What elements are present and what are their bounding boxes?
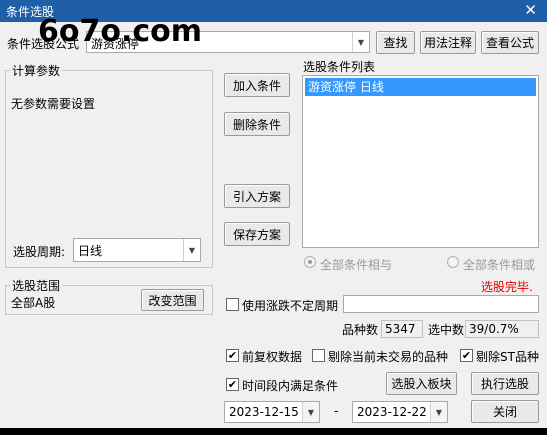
selected-count-value: 39/0.7% [465, 320, 539, 338]
period-select[interactable]: 日线 ▼ [73, 238, 201, 262]
close-button[interactable]: 关闭 [471, 400, 539, 423]
time-range-label: 时间段内满足条件 [242, 379, 339, 393]
exclude-untraded-label: 剔除当前未交易的品种 [328, 350, 449, 364]
uncertain-period-input[interactable] [343, 295, 539, 313]
usage-notes-button[interactable]: 用法注释 [420, 31, 476, 54]
condition-list-label: 选股条件列表 [303, 60, 376, 74]
exclude-st-label: 剔除ST品种 [476, 350, 539, 364]
list-item[interactable]: 游资涨停 日线 [305, 78, 536, 96]
close-icon[interactable]: ✕ [524, 1, 537, 19]
params-legend: 计算参数 [10, 62, 63, 79]
exclude-untraded-checkbox[interactable] [312, 349, 325, 362]
radio-all-or-label: 全部条件相或 [463, 258, 536, 272]
time-range-checkbox[interactable]: ✔ [226, 378, 239, 391]
params-message: 无参数需要设置 [11, 97, 96, 111]
delete-condition-button[interactable]: 删除条件 [224, 112, 290, 136]
add-condition-button[interactable]: 加入条件 [224, 73, 290, 97]
view-formula-button[interactable]: 查看公式 [481, 31, 539, 54]
watermark: 6o7o.com [38, 14, 203, 49]
status-text: 选股完毕. [481, 280, 533, 294]
selected-count-label: 选中数 [428, 323, 465, 337]
pre-adjusted-label: 前复权数据 [242, 350, 303, 364]
date-from-value: 2023-12-15 [229, 405, 299, 419]
range-legend: 选股范围 [10, 277, 63, 294]
chevron-down-icon[interactable]: ▼ [352, 32, 369, 52]
radio-all-or[interactable] [447, 256, 459, 268]
condition-list[interactable]: 游资涨停 日线 [302, 75, 539, 248]
stock-count-value: 5347 [381, 320, 423, 338]
stock-count-label: 品种数 [342, 323, 379, 337]
change-range-button[interactable]: 改变范围 [141, 289, 204, 311]
period-value: 日线 [78, 244, 103, 258]
date-separator: - [334, 404, 339, 418]
find-button[interactable]: 查找 [376, 31, 415, 54]
add-to-block-button[interactable]: 选股入板块 [386, 372, 457, 395]
period-label: 选股周期: [13, 245, 66, 259]
bottom-border [0, 428, 547, 435]
range-value: 全部A股 [11, 296, 56, 310]
date-to-value: 2023-12-22 [357, 405, 427, 419]
use-uncertain-period-label: 使用涨跌不定周期 [242, 299, 339, 313]
radio-all-and[interactable] [304, 256, 316, 268]
pre-adjusted-checkbox[interactable]: ✔ [226, 349, 239, 362]
date-from-picker[interactable]: 2023-12-15 ▼ [224, 401, 320, 423]
import-scheme-button[interactable]: 引入方案 [224, 184, 290, 208]
chevron-down-icon[interactable]: ▼ [430, 402, 447, 422]
date-to-picker[interactable]: 2023-12-22 ▼ [352, 401, 448, 423]
exclude-st-checkbox[interactable]: ✔ [460, 349, 473, 362]
use-uncertain-period-checkbox[interactable] [226, 298, 239, 311]
chevron-down-icon[interactable]: ▼ [183, 239, 200, 261]
chevron-down-icon[interactable]: ▼ [302, 402, 319, 422]
radio-all-and-label: 全部条件相与 [320, 258, 393, 272]
save-scheme-button[interactable]: 保存方案 [224, 222, 290, 246]
execute-button[interactable]: 执行选股 [471, 372, 539, 395]
